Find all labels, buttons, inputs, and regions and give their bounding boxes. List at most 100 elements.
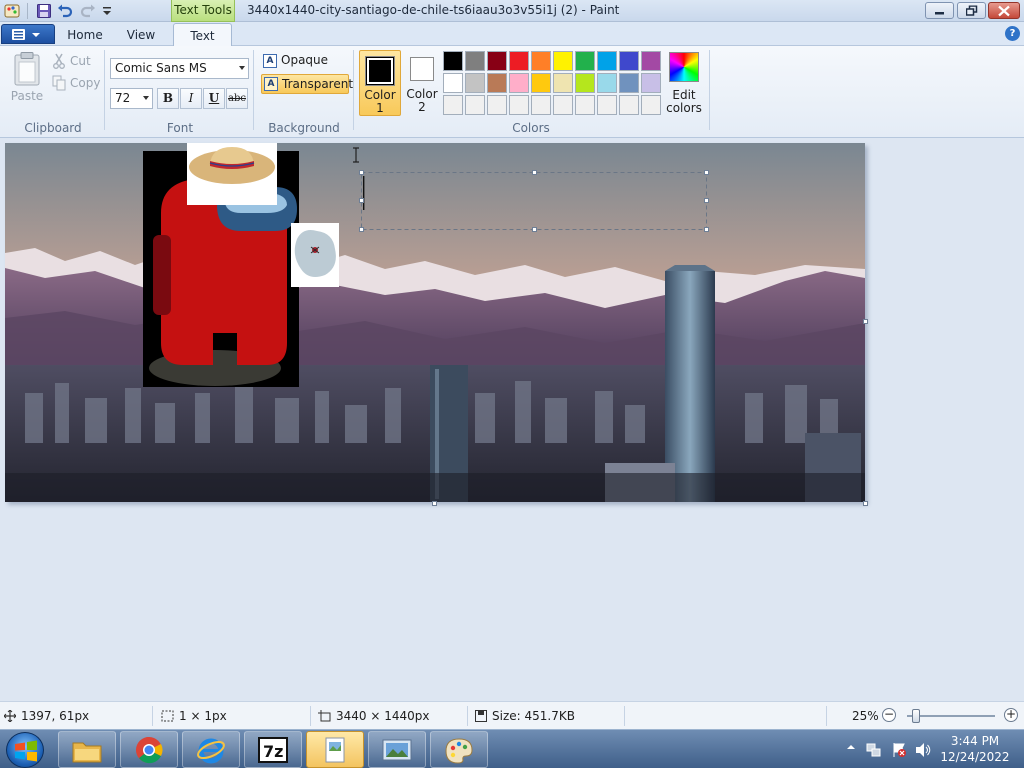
selection-handle[interactable] [359,227,364,232]
color-2-swatch [410,57,434,81]
palette-swatch[interactable] [509,73,529,93]
palette-swatch[interactable] [597,51,617,71]
restore-button[interactable] [957,2,986,19]
volume-icon[interactable] [915,742,931,758]
selection-handle[interactable] [704,198,709,203]
font-family-value: Comic Sans MS [115,61,207,75]
canvas-resize-handle-corner[interactable] [863,501,868,506]
canvas-resize-handle-bottom[interactable] [432,501,437,506]
palette-swatch[interactable] [641,95,661,115]
palette-swatch[interactable] [531,73,551,93]
color-2-button[interactable]: Color 2 [403,50,441,116]
group-separator [104,50,105,130]
close-button[interactable] [988,2,1020,19]
selection-handle[interactable] [704,227,709,232]
edit-colors-button[interactable]: Edit colors [666,52,702,118]
taskbar-file-explorer[interactable] [58,731,116,768]
tab-view[interactable]: View [118,26,164,46]
palette-swatch[interactable] [597,95,617,115]
palette-swatch[interactable] [443,51,463,71]
palette-swatch[interactable] [531,51,551,71]
show-hidden-icons-icon[interactable] [846,742,856,752]
selection-handle[interactable] [704,170,709,175]
start-button[interactable] [6,732,44,768]
clock-time: 3:44 PM [950,734,1000,748]
group-separator [353,50,354,130]
system-clock[interactable]: 3:44 PM 12/24/2022 [940,733,1010,765]
bold-button[interactable]: B [157,88,179,109]
canvas-workspace[interactable] [0,139,1024,701]
palette-swatch[interactable] [487,95,507,115]
palette-swatch[interactable] [443,95,463,115]
palette-swatch[interactable] [641,51,661,71]
minimize-button[interactable] [925,2,954,19]
palette-swatch[interactable] [619,51,639,71]
palette-swatch[interactable] [487,73,507,93]
palette-swatch[interactable] [465,95,485,115]
palette-swatch[interactable] [553,73,573,93]
taskbar-photo-viewer[interactable] [368,731,426,768]
customize-toolbar-dropdown-icon[interactable] [100,3,116,19]
palette-swatch[interactable] [619,95,639,115]
taskbar-internet-explorer[interactable] [182,731,240,768]
color-1-button[interactable]: Color 1 [359,50,401,116]
zoom-in-button[interactable]: + [1004,708,1018,722]
undo-icon[interactable] [57,3,73,19]
palette-swatch[interactable] [575,73,595,93]
underline-button[interactable]: U [203,88,225,109]
close-icon [998,5,1010,16]
italic-button[interactable]: I [180,88,202,109]
strikethrough-button[interactable]: abc [226,88,248,109]
paint-app-icon[interactable] [4,3,20,19]
font-size-select[interactable]: 72 [110,88,153,109]
network-icon[interactable] [866,742,882,758]
help-icon[interactable]: ? [1005,26,1020,41]
palette-swatch[interactable] [465,73,485,93]
palette-swatch[interactable] [575,51,595,71]
color-2-label-line2: 2 [418,100,426,114]
palette-swatch[interactable] [553,51,573,71]
font-family-select[interactable]: Comic Sans MS [110,58,249,79]
palette-swatch[interactable] [575,95,595,115]
transparent-background-icon: A [264,77,278,91]
minimize-icon [934,11,944,14]
palette-swatch[interactable] [487,51,507,71]
selection-handle[interactable] [359,198,364,203]
selection-size: 1 × 1px [179,709,227,723]
selection-handle[interactable] [532,227,537,232]
palette-swatch[interactable] [553,95,573,115]
tab-text[interactable]: Text [173,23,232,47]
save-icon[interactable] [36,3,52,19]
canvas-resize-handle-right[interactable] [863,319,868,324]
palette-swatch[interactable] [509,51,529,71]
action-center-icon[interactable] [891,742,907,758]
title-bar: Text Tools 3440x1440-city-santiago-de-ch… [0,0,1024,22]
tab-home[interactable]: Home [62,26,108,46]
zoom-slider-track[interactable] [907,715,995,717]
edit-colors-label-line2: colors [666,101,702,115]
font-group-label: Font [166,121,194,135]
redo-icon[interactable] [80,3,96,19]
zoom-out-button[interactable]: − [882,708,896,722]
zoom-slider-thumb[interactable] [912,709,920,723]
status-bar: 1397, 61px 1 × 1px 3440 × 1440px Size: 4… [0,701,1024,729]
taskbar-paint[interactable] [430,731,488,768]
taskbar-7zip[interactable]: 7z [244,731,302,768]
selection-handle[interactable] [359,170,364,175]
transparent-button[interactable]: A Transparent [261,74,353,94]
palette-swatch[interactable] [531,95,551,115]
image-canvas[interactable] [5,143,865,502]
palette-swatch[interactable] [443,73,463,93]
paint-menu-button[interactable] [1,24,55,44]
palette-swatch[interactable] [597,73,617,93]
taskbar-paint-document[interactable] [306,731,364,768]
folder-icon [72,742,102,762]
selection-handle[interactable] [532,170,537,175]
opaque-button[interactable]: A Opaque [261,52,349,71]
palette-swatch[interactable] [619,73,639,93]
palette-swatch[interactable] [641,73,661,93]
paste-button[interactable]: Paste [8,52,46,110]
taskbar-chrome[interactable] [120,731,178,768]
palette-swatch[interactable] [509,95,529,115]
palette-swatch[interactable] [465,51,485,71]
